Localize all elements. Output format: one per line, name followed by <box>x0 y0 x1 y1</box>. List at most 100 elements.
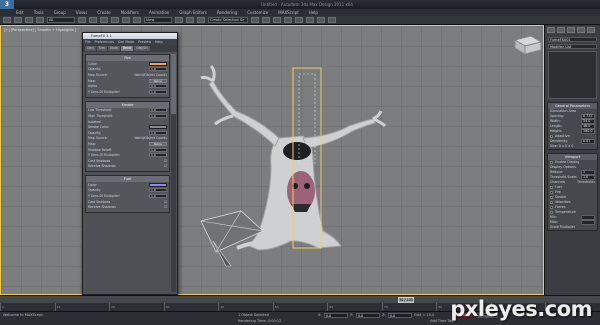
select-region-icon[interactable] <box>100 17 108 23</box>
menu-group[interactable]: Group <box>54 10 66 15</box>
pivot-icon[interactable] <box>175 17 183 23</box>
smoke-receive-row[interactable]: Receive Shadows ☑ <box>86 164 169 170</box>
move-icon[interactable] <box>111 17 119 23</box>
tab-rend[interactable]: Rend <box>121 46 134 51</box>
z-coordinate-field[interactable]: 0.0 <box>388 313 412 318</box>
dialog-scrollbar[interactable] <box>171 54 176 292</box>
menu-edit[interactable]: Edit <box>16 10 24 15</box>
teapot-icon[interactable] <box>328 17 336 23</box>
height-input[interactable]: 180.0 <box>581 129 595 134</box>
undo-icon[interactable] <box>3 17 11 23</box>
dialog-menu-preview[interactable]: Preview <box>138 39 151 45</box>
object-name-field[interactable]: FumeFX001 <box>548 37 597 42</box>
hierarchy-tab-icon[interactable] <box>567 27 575 33</box>
select-object-icon[interactable] <box>78 17 86 23</box>
smoke-low-input[interactable]: 0.0 <box>149 108 167 113</box>
unlink-icon[interactable] <box>36 17 44 23</box>
checkbox-icon[interactable] <box>550 186 553 189</box>
checkbox-icon[interactable]: ☑ <box>164 205 167 209</box>
fire-color-swatch[interactable] <box>149 61 167 66</box>
fire-map-source-value[interactable]: World/Object Coords <box>134 73 167 77</box>
rotate-icon[interactable] <box>122 17 130 23</box>
reference-coord-dropdown[interactable]: View <box>144 17 172 23</box>
fuel-opacity-input[interactable]: 1.0 <box>149 188 167 193</box>
modifier-stack[interactable] <box>548 51 597 99</box>
smoke-color-swatch[interactable] <box>149 125 167 130</box>
fuel-receive-row[interactable]: Receive Shadows ☑ <box>86 204 169 210</box>
grid-size-label: Size: 0 x 0 x 0 <box>550 144 574 148</box>
fire-gi-row: Y Sens GI Multiplier: 1.0 <box>86 89 169 95</box>
sensitivity-input[interactable]: 0.01 <box>581 139 595 144</box>
menu-create[interactable]: Create <box>97 10 110 15</box>
smoke-opacity-input[interactable]: 1.0 <box>149 130 167 135</box>
smoke-shadow-input[interactable]: 1.0 <box>149 147 167 152</box>
curve-editor-icon[interactable] <box>284 17 292 23</box>
create-tab-icon[interactable] <box>547 27 555 33</box>
menu-help[interactable]: Help <box>309 10 318 15</box>
select-by-name-icon[interactable] <box>89 17 97 23</box>
fire-alpha-input[interactable]: 0.0 <box>149 84 167 89</box>
tab-gen[interactable]: Gen <box>85 46 96 51</box>
render-icon[interactable] <box>317 17 325 23</box>
modify-tab-icon[interactable] <box>557 27 565 33</box>
menu-customize[interactable]: Customize <box>247 10 268 15</box>
dialog-menu-sim-mode[interactable]: Sim Mode <box>118 39 134 45</box>
smoke-high-input[interactable]: 1.0 <box>149 113 167 118</box>
menu-animation[interactable]: Animation <box>149 10 169 15</box>
menu-maxscript[interactable]: MAXScript <box>278 10 299 15</box>
align-icon[interactable] <box>262 17 270 23</box>
modifier-list-dropdown[interactable]: Modifier List <box>548 44 597 49</box>
smoke-gi-input[interactable]: 1.0 <box>149 153 167 158</box>
angle-snap-icon[interactable] <box>197 17 205 23</box>
smoke-map-source-value[interactable]: World/Object Coords <box>134 136 167 140</box>
render-setup-icon[interactable] <box>306 17 314 23</box>
checkbox-icon[interactable] <box>550 161 553 164</box>
checkbox-icon[interactable]: ☑ <box>164 159 167 163</box>
menu-views[interactable]: Views <box>76 10 88 15</box>
named-selection-dropdown[interactable]: Create Selection Se <box>208 17 248 23</box>
menu-graph-editors[interactable]: Graph Editors <box>179 10 206 15</box>
material-editor-icon[interactable] <box>295 17 303 23</box>
menu-rendering[interactable]: Rendering <box>217 10 237 15</box>
checkbox-icon[interactable]: ☑ <box>164 200 167 204</box>
tab-obj-src[interactable]: Obj/Src <box>134 46 151 51</box>
checkbox-icon[interactable] <box>550 191 553 194</box>
redo-icon[interactable] <box>14 17 22 23</box>
checkbox-icon[interactable]: ☑ <box>164 164 167 168</box>
motion-tab-icon[interactable] <box>577 27 585 33</box>
fuel-color-swatch[interactable] <box>149 182 167 187</box>
selection-filter-dropdown[interactable]: All <box>47 17 75 23</box>
checkbox-icon[interactable] <box>550 201 553 204</box>
dialog-menu-file[interactable]: File <box>85 39 91 45</box>
x-coordinate-field[interactable]: 0.0 <box>324 313 348 318</box>
menu-tools[interactable]: Tools <box>34 10 44 15</box>
layer-icon[interactable] <box>273 17 281 23</box>
checkbox-icon[interactable] <box>550 206 553 209</box>
tick-label: 50 <box>272 303 328 311</box>
link-icon[interactable] <box>25 17 33 23</box>
tab-sim[interactable]: Sim <box>96 46 107 51</box>
scrollbar-thumb[interactable] <box>171 54 176 114</box>
checkbox-icon[interactable] <box>550 211 553 214</box>
fire-map-button[interactable]: None <box>149 78 167 83</box>
maxscript-listener[interactable]: Welcome to MAXScript. <box>3 313 44 317</box>
checkbox-icon[interactable] <box>550 135 553 138</box>
fuel-gi-input[interactable]: 1.0 <box>149 194 167 199</box>
dialog-menu-help[interactable]: Help <box>155 39 163 45</box>
display-tab-icon[interactable] <box>587 27 595 33</box>
menu-modifiers[interactable]: Modifiers <box>121 10 139 15</box>
max-input[interactable] <box>581 220 595 225</box>
scale-icon[interactable] <box>133 17 141 23</box>
y-coordinate-field[interactable]: 0.0 <box>356 313 380 318</box>
dialog-menu-preferences[interactable]: Preferences <box>95 39 114 45</box>
snap-icon[interactable] <box>186 17 194 23</box>
viewcube-icon[interactable] <box>513 35 543 55</box>
mirror-icon[interactable] <box>251 17 259 23</box>
app-logo-icon[interactable]: 3 <box>0 0 14 9</box>
checkbox-icon[interactable] <box>550 196 553 199</box>
fire-section: Fire Color: Opacity: 1.0 Map Source: World… <box>85 54 170 98</box>
fire-opacity-input[interactable]: 1.0 <box>149 67 167 72</box>
tab-illum[interactable]: Illum <box>107 46 121 51</box>
smoke-map-button[interactable]: None <box>149 141 167 146</box>
fire-gi-input[interactable]: 1.0 <box>149 89 167 94</box>
